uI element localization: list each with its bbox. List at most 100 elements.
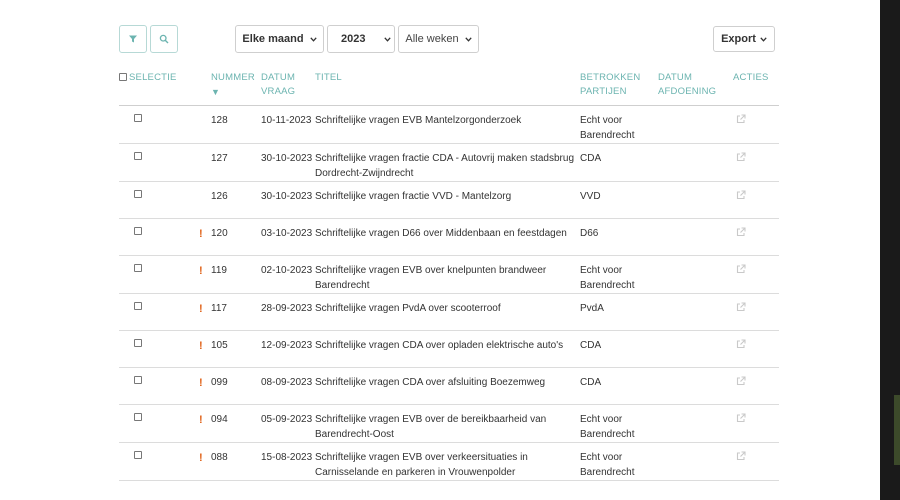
- row-number: 088: [211, 451, 228, 463]
- row-checkbox[interactable]: [134, 264, 142, 273]
- external-link-icon[interactable]: [736, 113, 746, 129]
- row-actions: [733, 442, 779, 481]
- row-parties: PvdA: [580, 293, 658, 331]
- row-title[interactable]: Schriftelijke vragen EVB over verkeersit…: [315, 442, 580, 481]
- urgent-indicator: !: [199, 413, 203, 426]
- urgent-indicator: !: [199, 376, 203, 389]
- row-select-cell: [119, 143, 211, 182]
- row-checkbox[interactable]: [134, 376, 142, 385]
- export-button[interactable]: Export: [713, 26, 775, 52]
- row-title[interactable]: Schriftelijke vragen CDA over afsluiting…: [315, 367, 580, 405]
- select-all-checkbox[interactable]: [119, 73, 127, 81]
- external-link-icon[interactable]: [736, 412, 746, 428]
- week-select[interactable]: Alle weken: [398, 25, 479, 53]
- month-select[interactable]: Elke maand: [235, 25, 324, 53]
- row-checkbox[interactable]: [134, 451, 142, 460]
- table-row[interactable]: 128 10-11-2023 Schriftelijke vragen EVB …: [119, 105, 779, 144]
- row-done-date: [658, 255, 733, 294]
- urgent-indicator: !: [199, 264, 203, 277]
- row-checkbox[interactable]: [134, 413, 142, 422]
- table-row[interactable]: ! 094 05-09-2023 Schriftelijke vragen EV…: [119, 404, 779, 443]
- page: Elke maand 2023 Alle weken Export SELECT…: [0, 0, 900, 500]
- row-select-cell: [119, 105, 211, 144]
- row-title[interactable]: Schriftelijke vragen PvdA over scooterro…: [315, 293, 580, 331]
- row-number: 099: [211, 376, 228, 388]
- row-checkbox[interactable]: [134, 339, 142, 348]
- row-number-cell: ! 120: [199, 218, 261, 256]
- table-row[interactable]: ! 099 08-09-2023 Schriftelijke vragen CD…: [119, 367, 779, 405]
- row-date: 02-10-2023: [261, 255, 315, 294]
- row-date: 10-11-2023: [261, 105, 315, 144]
- row-number: 127: [211, 152, 228, 164]
- urgent-indicator: !: [199, 302, 203, 315]
- year-select-value: 2023: [341, 33, 366, 45]
- row-title[interactable]: Schriftelijke vragen D66 over Middenbaan…: [315, 218, 580, 256]
- row-title[interactable]: Schriftelijke vragen fractie VVD - Mante…: [315, 181, 580, 219]
- row-title[interactable]: Schriftelijke vragen EVB over knelpunten…: [315, 255, 580, 294]
- row-title[interactable]: Schriftelijke vragen fractie CDA - Autov…: [315, 143, 580, 182]
- header-datum-afdoening[interactable]: DATUM AFDOENING: [658, 70, 733, 106]
- table-row[interactable]: ! 119 02-10-2023 Schriftelijke vragen EV…: [119, 255, 779, 294]
- external-link-icon[interactable]: [736, 189, 746, 205]
- row-date: 12-09-2023: [261, 330, 315, 368]
- row-title[interactable]: Schriftelijke vragen CDA over opladen el…: [315, 330, 580, 368]
- sort-desc-icon: ▼: [211, 87, 221, 97]
- chevron-down-icon: [760, 33, 767, 45]
- row-checkbox[interactable]: [134, 114, 142, 123]
- row-number: 119: [211, 264, 227, 276]
- table-row[interactable]: ! 120 03-10-2023 Schriftelijke vragen D6…: [119, 218, 779, 256]
- table-row[interactable]: ! 088 15-08-2023 Schriftelijke vragen EV…: [119, 442, 779, 481]
- table-row[interactable]: 127 30-10-2023 Schriftelijke vragen frac…: [119, 143, 779, 182]
- external-link-icon[interactable]: [736, 301, 746, 317]
- header-nummer[interactable]: NUMMER ▼: [211, 70, 261, 106]
- questions-table: SELECTIE NUMMER ▼ DATUM VRAAG TITEL BETR…: [119, 70, 779, 481]
- row-parties: D66: [580, 218, 658, 256]
- row-parties: VVD: [580, 181, 658, 219]
- row-number: 120: [211, 227, 228, 239]
- week-select-value: Alle weken: [405, 33, 459, 45]
- row-date: 30-10-2023: [261, 181, 315, 219]
- row-done-date: [658, 105, 733, 144]
- row-number-cell: ! 119: [199, 255, 261, 294]
- row-done-date: [658, 218, 733, 256]
- row-checkbox[interactable]: [134, 302, 142, 311]
- row-done-date: [658, 367, 733, 405]
- row-select-cell: [119, 442, 211, 481]
- row-parties: CDA: [580, 367, 658, 405]
- row-checkbox[interactable]: [134, 190, 142, 199]
- header-selectie[interactable]: SELECTIE: [119, 70, 211, 106]
- row-select-cell: [119, 330, 211, 368]
- search-icon: [159, 34, 169, 44]
- row-checkbox[interactable]: [134, 227, 142, 236]
- filter-button[interactable]: [119, 25, 147, 53]
- external-link-icon[interactable]: [736, 151, 746, 167]
- header-acties: ACTIES: [733, 70, 779, 106]
- search-button[interactable]: [150, 25, 178, 53]
- background-edge: [880, 0, 900, 500]
- external-link-icon[interactable]: [736, 450, 746, 466]
- header-titel[interactable]: TITEL: [315, 70, 580, 106]
- row-parties: Echt voor Barendrecht: [580, 255, 658, 294]
- table-row[interactable]: ! 105 12-09-2023 Schriftelijke vragen CD…: [119, 330, 779, 368]
- row-number: 094: [211, 413, 228, 425]
- month-select-value: Elke maand: [242, 33, 304, 45]
- row-done-date: [658, 442, 733, 481]
- urgent-indicator: !: [199, 339, 203, 352]
- external-link-icon[interactable]: [736, 226, 746, 242]
- header-betrokken-partijen[interactable]: BETROKKEN PARTIJEN: [580, 70, 658, 106]
- row-number-cell: 126: [211, 181, 261, 219]
- row-title[interactable]: Schriftelijke vragen EVB over de bereikb…: [315, 404, 580, 443]
- row-done-date: [658, 181, 733, 219]
- table-row[interactable]: 126 30-10-2023 Schriftelijke vragen frac…: [119, 181, 779, 219]
- external-link-icon[interactable]: [736, 338, 746, 354]
- external-link-icon[interactable]: [736, 263, 746, 279]
- table-row[interactable]: ! 117 28-09-2023 Schriftelijke vragen Pv…: [119, 293, 779, 331]
- year-select[interactable]: 2023: [327, 25, 395, 53]
- row-title[interactable]: Schriftelijke vragen EVB Mantelzorgonder…: [315, 105, 580, 144]
- external-link-icon[interactable]: [736, 375, 746, 391]
- urgent-indicator: !: [199, 227, 203, 240]
- row-checkbox[interactable]: [134, 152, 142, 161]
- header-datum-vraag[interactable]: DATUM VRAAG: [261, 70, 315, 106]
- chevron-down-icon: [309, 33, 317, 45]
- row-date: 03-10-2023: [261, 218, 315, 256]
